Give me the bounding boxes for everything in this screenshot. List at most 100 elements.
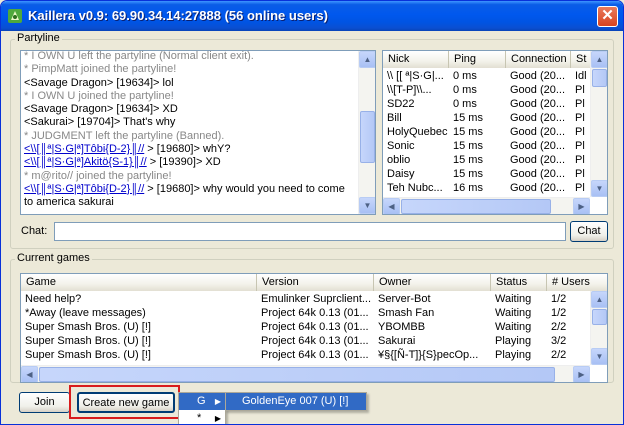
chat-input[interactable] bbox=[54, 222, 566, 241]
col-connection[interactable]: Connection bbox=[506, 51, 571, 68]
user-nick: Sonic bbox=[387, 140, 415, 152]
user-connection: Good (20... bbox=[510, 154, 566, 166]
close-button[interactable]: ✕ bbox=[597, 6, 618, 27]
kaillera-app-icon bbox=[8, 9, 22, 23]
game-row[interactable]: Super Smash Bros. (U) [!] Project 64k 0.1… bbox=[21, 320, 590, 334]
user-row[interactable]: HolyQuebec 15 ms Good (20... Pl bbox=[383, 125, 590, 139]
scroll-thumb[interactable] bbox=[592, 69, 607, 87]
chat-message: to america sakurai bbox=[24, 196, 114, 209]
user-row[interactable]: \\[T-P]\\... 0 ms Good (20... Pl bbox=[383, 83, 590, 97]
games-horizontal-scrollbar[interactable]: ◀ ▶ bbox=[21, 365, 590, 382]
game-users: 2/2 bbox=[551, 321, 567, 333]
user-list-header: Nick Ping Connection St bbox=[383, 51, 607, 68]
scroll-thumb[interactable] bbox=[592, 309, 607, 325]
scroll-left-button[interactable]: ◀ bbox=[383, 198, 400, 214]
scroll-left-button[interactable]: ◀ bbox=[21, 366, 38, 382]
game-status: Waiting bbox=[495, 321, 532, 333]
scroll-down-button[interactable]: ▼ bbox=[591, 180, 607, 197]
scroll-down-button[interactable]: ▼ bbox=[359, 197, 375, 214]
users-vertical-scrollbar[interactable]: ▲ ▼ bbox=[590, 51, 607, 197]
col-version[interactable]: Version bbox=[257, 274, 374, 291]
chat-vertical-scrollbar[interactable]: ▲ ▼ bbox=[358, 51, 375, 214]
user-row[interactable]: SD22 0 ms Good (20... Pl bbox=[383, 97, 590, 111]
chat-message: <Sakurai> [19704]> That's why bbox=[24, 116, 176, 129]
chat-message: * m@rito// joined the partyline! bbox=[24, 169, 172, 182]
col-owner[interactable]: Owner bbox=[374, 274, 491, 291]
menu-item-goldeneye[interactable]: GoldenEye 007 (U) [!] bbox=[226, 393, 366, 410]
scroll-right-button[interactable]: ▶ bbox=[573, 198, 590, 214]
game-users: 2/2 bbox=[551, 349, 567, 361]
title-bar[interactable]: Kaillera v0.9: 69.90.34.14:27888 (56 onl… bbox=[1, 1, 623, 31]
game-version: Project 64k 0.13 (01... bbox=[261, 349, 369, 361]
menu-item-star[interactable]: * ▶ bbox=[179, 410, 225, 424]
scroll-down-button[interactable]: ▼ bbox=[591, 348, 607, 365]
game-row[interactable]: *Away (leave messages) Project 64k 0.13 (… bbox=[21, 306, 590, 320]
chat-message: * I OWN U left the partyline (Normal cli… bbox=[24, 50, 254, 62]
menu-item-star-label: * bbox=[197, 412, 202, 424]
user-row[interactable]: oblio 15 ms Good (20... Pl bbox=[383, 153, 590, 167]
scroll-up-button[interactable]: ▲ bbox=[359, 51, 375, 68]
game-game: Super Smash Bros. (U) [!] bbox=[25, 321, 151, 333]
chat-user-link[interactable]: \\[║ª|S·G|ª]Tôbi{D-2}║// bbox=[30, 143, 144, 155]
join-button[interactable]: Join bbox=[19, 392, 70, 413]
user-row[interactable]: Daisy 15 ms Good (20... Pl bbox=[383, 167, 590, 181]
user-row[interactable]: Bill 15 ms Good (20... Pl bbox=[383, 111, 590, 125]
games-vertical-scrollbar[interactable]: ▲ ▼ bbox=[590, 291, 607, 365]
scroll-up-button[interactable]: ▲ bbox=[591, 51, 607, 68]
chat-message: <Savage Dragon> [19634]> lol bbox=[24, 76, 174, 89]
chat-user-link[interactable]: \\[║ª|S·G|ª]Tôbi{D-2}║// bbox=[30, 183, 144, 195]
user-ping: 15 ms bbox=[453, 126, 483, 138]
chat-message: * JUDGMENT left the partyline (Banned). bbox=[24, 129, 225, 142]
chat-send-button[interactable]: Chat bbox=[570, 221, 608, 242]
user-nick: Daisy bbox=[387, 168, 415, 180]
game-owner: Server-Bot bbox=[378, 293, 431, 305]
user-ping: 15 ms bbox=[453, 112, 483, 124]
col-game[interactable]: Game bbox=[21, 274, 257, 291]
current-games-label: Current games bbox=[15, 252, 92, 264]
create-new-game-button[interactable]: Create new game bbox=[77, 392, 175, 413]
game-game: *Away (leave messages) bbox=[25, 307, 146, 319]
game-status: Playing bbox=[495, 335, 532, 347]
game-letter-menu: G ▶ * ▶ bbox=[178, 392, 226, 424]
partyline-chat-log[interactable]: * I OWN U left the partyline (Normal cli… bbox=[20, 50, 376, 215]
col-nick[interactable]: Nick bbox=[383, 51, 449, 68]
chat-user-link[interactable]: \\[║ª|S·G|ª]Akitö{S-1}║// bbox=[30, 156, 146, 168]
submenu-arrow-icon: ▶ bbox=[214, 397, 221, 406]
menu-item-g[interactable]: G ▶ bbox=[179, 393, 225, 410]
game-version: Project 64k 0.13 (01... bbox=[261, 307, 369, 319]
game-row[interactable]: Super Smash Bros. (U) [!] Project 64k 0.1… bbox=[21, 334, 590, 348]
game-game: Super Smash Bros. (U) [!] bbox=[25, 335, 151, 347]
user-row[interactable]: Sonic 15 ms Good (20... Pl bbox=[383, 139, 590, 153]
user-ping: 0 ms bbox=[453, 84, 477, 96]
user-row[interactable]: \\ [[ ª|S·G|... 0 ms Good (20... Idl bbox=[383, 69, 590, 83]
col-users[interactable]: # Users bbox=[547, 274, 607, 291]
col-ping[interactable]: Ping bbox=[449, 51, 506, 68]
game-game: Super Smash Bros. (U) [!] bbox=[25, 349, 151, 361]
chat-message: <\\[║ª|S·G|ª]Tôbi{D-2}║// > [19680]> why… bbox=[24, 183, 355, 196]
chat-message-text: > [19680]> whY? bbox=[144, 143, 231, 156]
chat-message-text: > [19680]> why would you need to come bbox=[144, 182, 345, 195]
users-horizontal-scrollbar[interactable]: ◀ ▶ bbox=[383, 197, 590, 214]
col-status[interactable]: Status bbox=[491, 274, 547, 291]
user-list[interactable]: Nick Ping Connection St \\ [[ ª|S·G|... 0… bbox=[382, 50, 608, 215]
game-game: Need help? bbox=[25, 293, 82, 305]
game-owner: Smash Fan bbox=[378, 307, 435, 319]
chat-message: <\\[║ª|S·G|ª]Akitö{S-1}║// > [19390]> XD bbox=[24, 156, 355, 169]
games-list[interactable]: Game Version Owner Status # Users Need h… bbox=[20, 273, 608, 383]
scroll-thumb[interactable] bbox=[401, 199, 551, 214]
game-status: Waiting bbox=[495, 307, 532, 319]
game-row[interactable]: Super Smash Bros. (U) [!] Project 64k 0.1… bbox=[21, 348, 590, 362]
chat-message: * I OWN U joined the partyline! bbox=[24, 89, 174, 102]
user-nick: oblio bbox=[387, 154, 411, 166]
game-owner: Sakurai bbox=[378, 335, 416, 347]
user-row[interactable]: Teh Nubc... 16 ms Good (20... Pl bbox=[383, 181, 590, 195]
chat-message: <\\[║ª|S·G|ª]Tôbi{D-2}║// > [19680]> whY… bbox=[24, 143, 355, 156]
scroll-thumb[interactable] bbox=[39, 367, 555, 382]
scroll-thumb[interactable] bbox=[360, 111, 375, 163]
game-owner: YBOMBB bbox=[378, 321, 426, 333]
game-row[interactable]: Need help? Emulinker Suprclient... Server-… bbox=[21, 292, 590, 306]
user-connection: Good (20... bbox=[510, 126, 566, 138]
scroll-up-button[interactable]: ▲ bbox=[591, 291, 607, 308]
scroll-right-button[interactable]: ▶ bbox=[573, 366, 590, 382]
menu-item-g-label: G bbox=[197, 395, 206, 407]
